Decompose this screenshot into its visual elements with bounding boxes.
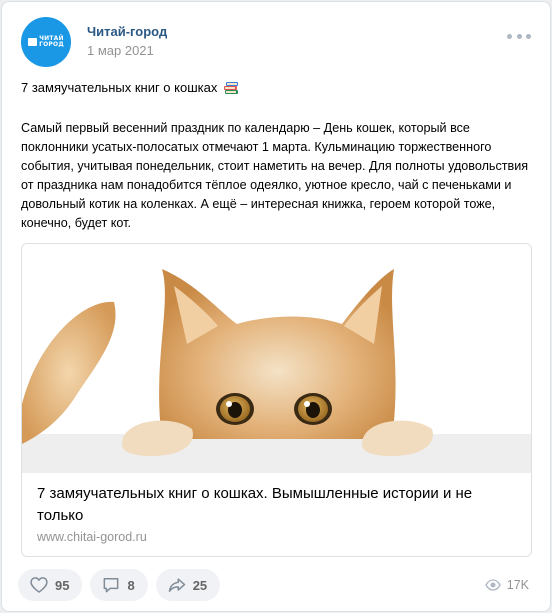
like-count: 95 xyxy=(55,577,70,593)
dot-icon xyxy=(526,33,531,39)
share-button[interactable]: 25 xyxy=(155,569,221,601)
eye-icon xyxy=(484,579,501,591)
dot-icon xyxy=(516,33,522,39)
share-count: 25 xyxy=(192,577,208,593)
post-card: ЧИТАЙ ГОРОД Читай-город 1 мар 2021 7 замя… xyxy=(1,1,551,612)
post-body-text: Самый первый весенний праздник по календ… xyxy=(21,121,529,230)
post-title: 7 замяучательных книг о кошках xyxy=(21,80,218,95)
share-arrow-icon xyxy=(168,578,185,592)
more-options-button[interactable] xyxy=(507,30,531,42)
link-preview-image[interactable] xyxy=(22,244,531,473)
comment-count: 8 xyxy=(127,577,135,593)
logo-text: ЧИТАЙ ГОРОД xyxy=(39,35,64,48)
link-snippet[interactable]: 7 замяучательных книг о кошках. Вымышлен… xyxy=(21,243,532,557)
post-title-line: 7 замяучательных книг о кошках xyxy=(21,80,239,95)
dot-icon xyxy=(507,33,512,39)
views-counter: 17K xyxy=(484,577,529,593)
link-url[interactable]: www.chitai-gorod.ru xyxy=(37,530,147,544)
comment-button[interactable]: 8 xyxy=(90,569,148,601)
books-emoji-icon xyxy=(224,81,239,94)
view-count: 17K xyxy=(506,578,529,592)
author-name[interactable]: Читай-город xyxy=(87,24,167,39)
like-button[interactable]: 95 xyxy=(18,569,83,601)
post-actions: 95 8 25 xyxy=(18,569,221,601)
star-bookmark-icon[interactable] xyxy=(497,262,519,284)
author-avatar[interactable]: ЧИТАЙ ГОРОД xyxy=(21,17,71,67)
chitai-gorod-logo: ЧИТАЙ ГОРОД xyxy=(28,36,64,48)
link-title[interactable]: 7 замяучательных книг о кошках. Вымышлен… xyxy=(37,483,517,527)
comment-icon xyxy=(104,578,119,593)
logo-book-mark xyxy=(28,38,38,46)
post-date[interactable]: 1 мар 2021 xyxy=(87,43,154,58)
heart-icon xyxy=(30,577,48,593)
